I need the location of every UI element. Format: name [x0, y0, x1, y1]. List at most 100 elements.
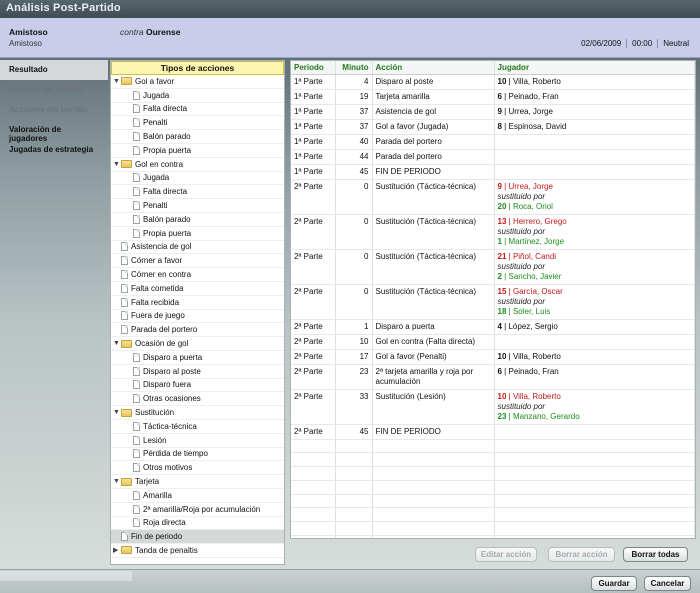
col-periodo[interactable]: Periodo	[291, 61, 336, 75]
triangle-down-icon[interactable]: ▼	[113, 340, 121, 347]
sidebar-item-1[interactable]: Análisis del partido	[0, 80, 108, 100]
tree-child-row[interactable]: Disparo al poste	[111, 365, 284, 379]
tree-child-node[interactable]: Falta directa	[111, 185, 284, 200]
tree-child-node[interactable]: Amarilla	[111, 489, 284, 503]
tree-child-node[interactable]: Jugada	[111, 89, 284, 103]
event-row[interactable]: 1ª Parte 37 Gol a favor (Jugada) 8 | Espino…	[291, 119, 695, 135]
tree-child-node[interactable]: Propia puerta	[111, 227, 284, 241]
tree-node[interactable]: Córner en contra	[111, 268, 284, 282]
tree-node-row[interactable]: Falta cometida	[111, 282, 284, 296]
tree-node[interactable]: Parada del portero	[111, 323, 284, 338]
tree-node[interactable]: Fuera de juego	[111, 310, 284, 324]
tree-child-row[interactable]: Penalti	[111, 116, 284, 131]
tree-node-row[interactable]: Córner en contra	[111, 268, 284, 282]
sidebar-item-3[interactable]: Valoración de jugadores	[0, 120, 108, 143]
col-minuto[interactable]: Minuto	[335, 61, 373, 75]
event-row[interactable]: 2ª Parte 0 Sustitución (Táctica-técnica) 13…	[291, 214, 695, 250]
events-table-panel[interactable]: Periodo Minuto Acción Jugador 1ª Parte 4 D…	[290, 60, 696, 539]
tree-node-row[interactable]: Fin de periodo	[111, 530, 284, 545]
edit-action-button[interactable]: Editar acción	[475, 547, 537, 562]
tree-child-row[interactable]: Táctica-técnica	[111, 420, 284, 434]
tree-child-node[interactable]: 2ª amarilla/Roja por acumulación	[111, 503, 284, 517]
tree-node[interactable]: ▼ Gol en contra	[111, 158, 284, 172]
tree-child-node[interactable]: Disparo a puerta	[111, 351, 284, 365]
tree-child-row[interactable]: Penalti	[111, 199, 284, 213]
tree-child-node[interactable]: Penalti	[111, 116, 284, 131]
tree-child-row[interactable]: Propia puerta	[111, 144, 284, 158]
tree-child-row[interactable]: Falta directa	[111, 103, 284, 117]
tree-node[interactable]: Asistencia de gol	[111, 241, 284, 255]
event-row[interactable]: 2ª Parte 0 Sustitución (Táctica-técnica) 9 …	[291, 179, 695, 215]
event-row[interactable]: 2ª Parte 0 Sustitución (Táctica-técnica) 15…	[291, 284, 695, 320]
tree-node[interactable]: Falta recibida	[111, 296, 284, 310]
save-button[interactable]: Guardar	[591, 576, 637, 591]
event-row[interactable]: 2ª Parte 33 Sustitución (Lesión) 10 | Villa…	[291, 389, 695, 425]
tree-child-row[interactable]: Otros motivos	[111, 461, 284, 476]
tree-child-node[interactable]: Pérdida de tiempo	[111, 448, 284, 462]
tree-node-row[interactable]: Falta recibida	[111, 296, 284, 310]
tree-child-node[interactable]: Roja directa	[111, 517, 284, 531]
event-row[interactable]: 2ª Parte 23 2ª tarjeta amarilla y roja por…	[291, 364, 695, 390]
tree-child-node[interactable]: Lesión	[111, 434, 284, 448]
tree-node[interactable]: ▼ Ocasión de gol	[111, 337, 284, 351]
tree-child-node[interactable]: Penalti	[111, 199, 284, 213]
tree-child-node[interactable]: Disparo fuera	[111, 379, 284, 393]
tree-node-row[interactable]: Parada del portero	[111, 323, 284, 338]
tree-node[interactable]: Córner a favor	[111, 254, 284, 269]
tree-child-node[interactable]: Otras ocasiones	[111, 392, 284, 407]
event-row[interactable]: 1ª Parte 40 Parada del portero	[291, 134, 695, 150]
event-row[interactable]: 1ª Parte 37 Asistencia de gol 9 | Urrea, Jo…	[291, 104, 695, 120]
tree-child-row[interactable]: Pérdida de tiempo	[111, 448, 284, 462]
tree-child-row[interactable]: Amarilla	[111, 489, 284, 503]
tree-child-node[interactable]: Jugada	[111, 172, 284, 186]
tree-child-node[interactable]: Balón parado	[111, 213, 284, 227]
event-row[interactable]: 1ª Parte 4 Disparo al poste 10 | Villa, Rob…	[291, 74, 695, 90]
tree-child-row[interactable]: Disparo fuera	[111, 379, 284, 393]
cancel-button[interactable]: Cancelar	[644, 576, 691, 591]
col-jugador[interactable]: Jugador	[494, 61, 695, 75]
tree-node-row[interactable]: ▼ Sustitución	[111, 406, 284, 420]
tree-child-row[interactable]: 2ª amarilla/Roja por acumulación	[111, 503, 284, 517]
event-row[interactable]: 1ª Parte 19 Tarjeta amarilla 6 | Peinado, F…	[291, 89, 695, 105]
tree-child-row[interactable]: Otras ocasiones	[111, 392, 284, 407]
tree-node[interactable]: Fin de periodo	[111, 530, 284, 545]
sidebar-item-0[interactable]: Resultado	[0, 60, 108, 80]
triangle-down-icon[interactable]: ▼	[113, 478, 121, 485]
tree-node[interactable]: ▼ Tarjeta	[111, 475, 284, 489]
event-row[interactable]: 2ª Parte 17 Gol a favor (Penalti) 10 | Vill…	[291, 349, 695, 365]
tree-child-node[interactable]: Disparo al poste	[111, 365, 284, 379]
tree-node-row[interactable]: ▶ Tanda de penaltis	[111, 544, 284, 558]
triangle-down-icon[interactable]: ▼	[113, 78, 121, 85]
tree-child-row[interactable]: Jugada	[111, 89, 284, 103]
tree-child-node[interactable]: Balón parado	[111, 130, 284, 144]
col-accion[interactable]: Acción	[372, 61, 495, 75]
tree-child-row[interactable]: Balón parado	[111, 213, 284, 227]
event-row[interactable]: 1ª Parte 44 Parada del portero	[291, 149, 695, 165]
tree-node-row[interactable]: ▼ Tarjeta	[111, 475, 284, 489]
tree-child-row[interactable]: Jugada	[111, 172, 284, 186]
triangle-right-icon[interactable]: ▶	[113, 546, 121, 554]
tree-node[interactable]: Falta cometida	[111, 282, 284, 296]
event-row[interactable]: 2ª Parte 0 Sustitución (Táctica-técnica) 21…	[291, 249, 695, 285]
tree-node-row[interactable]: ▼ Gol en contra	[111, 158, 284, 172]
triangle-down-icon[interactable]: ▼	[113, 161, 121, 168]
tree-node[interactable]: ▼ Gol a favor	[111, 75, 284, 89]
tree-child-node[interactable]: Otros motivos	[111, 461, 284, 476]
tree-node-row[interactable]: Asistencia de gol	[111, 241, 284, 255]
tree-child-row[interactable]: Roja directa	[111, 517, 284, 531]
tree-child-row[interactable]: Falta directa	[111, 185, 284, 200]
event-row[interactable]: 2ª Parte 10 Gol en contra (Falta directa)	[291, 334, 695, 350]
tree-node-row[interactable]: ▼ Gol a favor	[111, 75, 284, 89]
event-row[interactable]: 1ª Parte 45 FIN DE PERIODO	[291, 164, 695, 180]
action-types-tree[interactable]: Tipos de acciones ▼ Gol a favor Jugada Falt…	[110, 60, 285, 565]
tree-node[interactable]: ▶ Tanda de penaltis	[111, 544, 284, 558]
sidebar-item-4[interactable]: Jugadas de estrategia	[0, 140, 108, 160]
tree-child-row[interactable]: Balón parado	[111, 130, 284, 144]
event-row[interactable]: 2ª Parte 45 FIN DE PERIODO	[291, 424, 695, 440]
tree-child-row[interactable]: Propia puerta	[111, 227, 284, 241]
triangle-down-icon[interactable]: ▼	[113, 409, 121, 416]
tree-child-row[interactable]: Disparo a puerta	[111, 351, 284, 365]
tree-node[interactable]: ▼ Sustitución	[111, 406, 284, 420]
tree-child-node[interactable]: Táctica-técnica	[111, 420, 284, 434]
event-row[interactable]: 2ª Parte 1 Disparo a puerta 4 | López, Serg…	[291, 319, 695, 335]
